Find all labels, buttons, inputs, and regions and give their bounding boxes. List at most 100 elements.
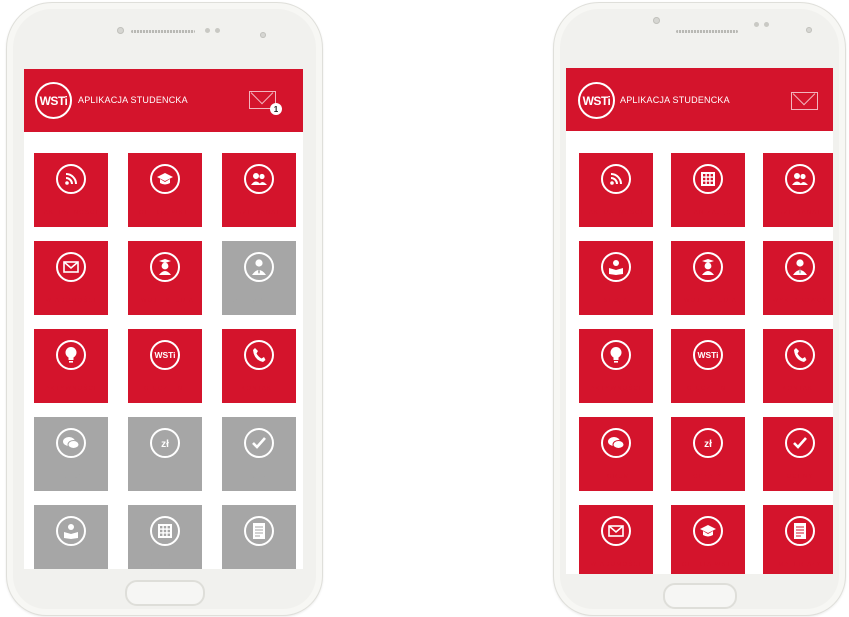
calendar-icon xyxy=(150,516,180,546)
tile-kontakt[interactable]: KONTAKT xyxy=(222,329,296,403)
proximity-sensor xyxy=(806,27,812,33)
mail-icon[interactable]: 1 xyxy=(249,91,282,115)
tile-forum[interactable]: FORUM xyxy=(34,417,108,491)
tile-wykladowcy[interactable]: WYKŁADOWCY xyxy=(763,241,833,315)
wsti-logo: WSTi xyxy=(578,82,615,119)
chat-bubbles-icon xyxy=(601,428,631,458)
tile-wykladowcy[interactable]: WYKŁADOWCY xyxy=(222,241,296,315)
tile-label: KONTAKT xyxy=(782,386,818,392)
checkmark-icon xyxy=(244,428,274,458)
tile-oferta-wsti[interactable]: OFERTA WSTI xyxy=(671,505,745,574)
screen-right: WSTi APLIKACJA STUDENCKA AKTUALNOŚCI PLAN… xyxy=(566,68,833,574)
tile-label: KONTAKT xyxy=(241,386,277,392)
graduation-cap-icon xyxy=(150,164,180,194)
wsti-logo-icon: WSTi xyxy=(150,340,180,370)
tile-label: O UCZELNI xyxy=(144,386,186,392)
home-button[interactable] xyxy=(125,580,205,606)
speaker-grille xyxy=(131,30,195,33)
tile-aktualnosci[interactable]: AKTUALNOŚCI xyxy=(579,153,653,227)
tile-plan-zajec[interactable]: PLAN ZAJĘĆ xyxy=(671,153,745,227)
tile-label: WYKŁADOWCY xyxy=(772,298,828,304)
tile-aktualnosci[interactable]: AKTUALNOŚCI xyxy=(34,153,108,227)
tile-label: AKTUALNOŚCI xyxy=(43,210,99,216)
tile-label: AKTYWNOŚCI xyxy=(590,386,642,392)
tile-label: FORUM xyxy=(602,474,630,480)
tile-label: OCENY xyxy=(245,474,273,480)
tile-dziekanat[interactable]: DZIEKANAT xyxy=(222,153,296,227)
tile-reader[interactable] xyxy=(34,505,108,569)
phone-right: WSTi APLIKACJA STUDENCKA AKTUALNOŚCI PLAN… xyxy=(553,2,846,616)
users-icon xyxy=(785,164,815,194)
tile-oferta-wsti[interactable]: OFERTA WSTI xyxy=(128,153,202,227)
zloty-icon: zł xyxy=(693,428,723,458)
tile-label: DZIEKANAT xyxy=(778,210,822,216)
phone-icon xyxy=(244,340,274,370)
tile-document[interactable] xyxy=(222,505,296,569)
tile-forum[interactable]: FORUM xyxy=(579,417,653,491)
student-icon xyxy=(693,252,723,282)
svg-text:WSTi: WSTi xyxy=(154,350,175,360)
envelope-icon xyxy=(601,516,631,546)
app-header: WSTi APLIKACJA STUDENCKA 1 xyxy=(24,69,303,132)
tile-dziekanat[interactable]: DZIEKANAT xyxy=(763,153,833,227)
reader-icon xyxy=(56,516,86,546)
zloty-icon: zł xyxy=(150,428,180,458)
tile-plan-zajec[interactable]: PLAN ZAJĘĆ xyxy=(128,505,202,569)
tile-oceny[interactable]: OCENY xyxy=(763,417,833,491)
tile-label: OPŁATY xyxy=(693,474,723,480)
reader-icon xyxy=(601,252,631,282)
document-icon xyxy=(244,516,274,546)
front-camera-icon xyxy=(653,17,660,24)
tile-wiadomosci[interactable]: WIADOMOŚCI xyxy=(34,241,108,315)
tile-label: WYKŁADOWCY xyxy=(231,298,287,304)
tile-o-uczelni[interactable]: WSTi O UCZELNI xyxy=(128,329,202,403)
lecturer-icon xyxy=(785,252,815,282)
app-header: WSTi APLIKACJA STUDENCKA xyxy=(566,68,833,131)
tile-label: PLAN ZAJĘĆ xyxy=(141,562,189,568)
app-title: APLIKACJA STUDENCKA xyxy=(78,95,188,105)
tile-label: O UCZELNI xyxy=(687,386,729,392)
tile-o-uczelni[interactable]: WSTi O UCZELNI xyxy=(671,329,745,403)
tile-label: PLAN ZAJĘĆ xyxy=(684,210,732,216)
sensor-dot xyxy=(764,22,769,27)
tile-sesja[interactable]: SESJA xyxy=(579,241,653,315)
tile-oplaty[interactable]: zł OPŁATY xyxy=(671,417,745,491)
sensor-dot xyxy=(215,28,220,33)
tile-label: WIADOMOŚCI xyxy=(45,298,97,304)
wsti-logo: WSTi xyxy=(35,82,72,119)
tile-twoje-studia[interactable]: TWOJE STUDIA xyxy=(671,241,745,315)
document-icon xyxy=(785,516,815,546)
tile-label: WIADOMOŚCI xyxy=(590,562,642,568)
tile-twoje-studia[interactable]: TWOJE STUDIA xyxy=(128,241,202,315)
tile-label: DZIEKANAT xyxy=(237,210,281,216)
speaker-grille xyxy=(676,30,738,33)
wsti-logo-icon: WSTi xyxy=(693,340,723,370)
mail-icon[interactable] xyxy=(791,92,818,110)
tile-label: FORUM xyxy=(57,474,85,480)
tile-oplaty[interactable]: zł OPŁATY xyxy=(128,417,202,491)
tile-aktywnosci[interactable]: AKTYWNOŚCI xyxy=(34,329,108,403)
chat-bubbles-icon xyxy=(56,428,86,458)
tile-label: TWOJE STUDIA xyxy=(679,298,737,304)
tile-kontakt[interactable]: KONTAKT xyxy=(763,329,833,403)
tile-label: AKTUALNOŚCI xyxy=(588,210,644,216)
screen-left: WSTi APLIKACJA STUDENCKA 1 AKTUALNOŚCI OF… xyxy=(24,69,303,569)
tile-label: AKTYWNOŚCI xyxy=(45,386,97,392)
app-title: APLIKACJA STUDENCKA xyxy=(620,95,730,105)
users-icon xyxy=(244,164,274,194)
sensor-dot xyxy=(205,28,210,33)
tile-oceny[interactable]: OCENY xyxy=(222,417,296,491)
lecturer-icon xyxy=(244,252,274,282)
tile-materialy[interactable]: MATERIAŁY xyxy=(763,505,833,574)
mail-badge: 1 xyxy=(270,103,282,115)
tile-label: OCENY xyxy=(786,474,814,480)
student-icon xyxy=(150,252,180,282)
tile-aktywnosci[interactable]: AKTYWNOŚCI xyxy=(579,329,653,403)
rss-icon xyxy=(56,164,86,194)
tile-wiadomosci[interactable]: WIADOMOŚCI xyxy=(579,505,653,574)
home-button[interactable] xyxy=(663,583,737,609)
tile-label: SESJA xyxy=(603,298,629,304)
lightbulb-icon xyxy=(56,340,86,370)
lightbulb-icon xyxy=(601,340,631,370)
checkmark-icon xyxy=(785,428,815,458)
